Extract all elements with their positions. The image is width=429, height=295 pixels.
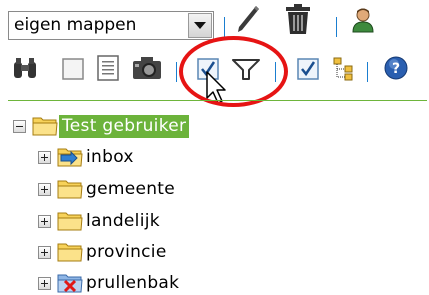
folder-select[interactable]: eigen mappen <box>8 11 214 40</box>
tree-structure-icon[interactable] <box>333 57 355 81</box>
expand-icon[interactable] <box>38 246 51 259</box>
expand-icon[interactable] <box>38 151 51 164</box>
user-icon[interactable] <box>351 7 375 33</box>
tree-item-label[interactable]: provincie <box>86 241 167 264</box>
folder-panel: eigen mappen ? Test gebruiker inbox geme… <box>0 0 429 295</box>
toolbar-separator <box>336 17 337 37</box>
delete-trash-icon[interactable] <box>285 3 311 35</box>
expand-icon[interactable] <box>38 277 51 290</box>
toolbar-separator <box>224 17 225 37</box>
camera-icon[interactable] <box>132 56 162 80</box>
checkbox-icon[interactable] <box>297 58 319 80</box>
folder-open-icon <box>32 115 58 141</box>
collapse-icon[interactable] <box>13 120 26 133</box>
tree-item-label[interactable]: inbox <box>86 146 134 169</box>
tree-item-inbox[interactable]: inbox <box>38 145 258 171</box>
edit-pencil-icon[interactable] <box>234 4 260 34</box>
tree-item-label[interactable]: gemeente <box>86 178 175 201</box>
toolbar-separator <box>176 62 177 82</box>
chevron-down-icon[interactable] <box>188 13 212 38</box>
toolbar-divider <box>8 100 427 101</box>
highlight-circle <box>179 36 288 107</box>
help-icon[interactable]: ? <box>384 56 408 80</box>
tree-root-label[interactable]: Test gebruiker <box>59 115 190 138</box>
folder-icon <box>57 210 83 236</box>
select-none-checkbox-icon[interactable] <box>62 58 84 80</box>
tree-item-prullenbak[interactable]: prullenbak <box>38 271 258 295</box>
tree-item-provincie[interactable]: provincie <box>38 240 258 266</box>
tree-item-landelijk[interactable]: landelijk <box>38 209 258 235</box>
tree-item-label[interactable]: prullenbak <box>86 272 179 295</box>
folder-icon <box>57 178 83 204</box>
trash-folder-icon <box>57 272 83 295</box>
svg-text:?: ? <box>392 61 400 77</box>
folder-select-value: eigen mappen <box>14 15 137 35</box>
binoculars-icon[interactable] <box>12 56 38 80</box>
folder-icon <box>57 241 83 267</box>
expand-icon[interactable] <box>38 215 51 228</box>
document-icon[interactable] <box>97 55 119 81</box>
inbox-folder-icon <box>57 146 83 172</box>
expand-icon[interactable] <box>38 183 51 196</box>
tree-item-label[interactable]: landelijk <box>86 210 160 233</box>
toolbar-separator <box>367 62 368 82</box>
tree-root[interactable]: Test gebruiker <box>13 114 273 140</box>
tree-item-gemeente[interactable]: gemeente <box>38 177 258 203</box>
